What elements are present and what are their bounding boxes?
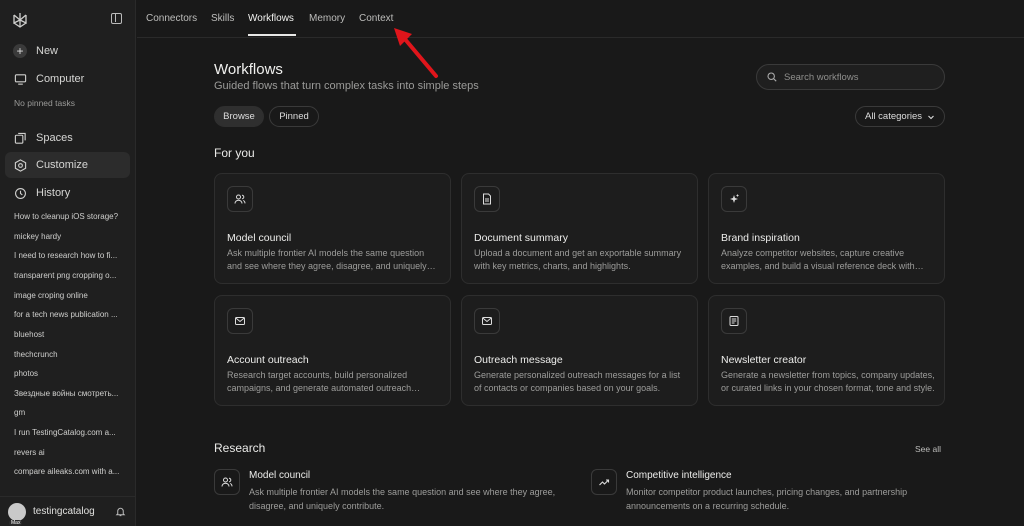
document-icon: [483, 193, 491, 205]
new-button[interactable]: + New: [5, 38, 130, 64]
history-label: History: [36, 187, 71, 199]
search-input[interactable]: [784, 71, 934, 83]
history-item[interactable]: transparent png cropping o...: [14, 271, 126, 280]
sidebar: + New Computer No pinned tasks Spaces Cu…: [0, 0, 136, 526]
annotation-arrow-icon: [394, 28, 438, 78]
monitor-icon: [14, 73, 26, 85]
workflow-card[interactable]: Document summary Upload a document and g…: [461, 173, 698, 284]
history-item[interactable]: bluehost: [14, 330, 126, 339]
app-logo-icon[interactable]: [12, 12, 28, 28]
browse-chip[interactable]: Browse: [214, 106, 264, 127]
category-dropdown[interactable]: All categories: [855, 106, 945, 127]
see-all-link[interactable]: See all: [915, 444, 941, 454]
customize-icon: [14, 158, 26, 172]
mail-icon: [482, 317, 492, 325]
no-pinned-tasks: No pinned tasks: [14, 98, 75, 108]
sidebar-item-computer[interactable]: Computer: [5, 66, 130, 92]
search-icon: [767, 72, 777, 82]
active-tab-underline: [248, 34, 296, 36]
top-nav: Connectors Skills Workflows Memory Conte…: [137, 0, 1024, 38]
history-item[interactable]: compare aileaks.com with a...: [14, 467, 126, 476]
trend-up-icon: [599, 479, 610, 486]
chevron-down-icon: [928, 115, 934, 119]
history-item[interactable]: mickey hardy: [14, 232, 126, 241]
for-you-heading: For you: [214, 146, 255, 160]
tab-context[interactable]: Context: [359, 13, 393, 24]
sidebar-item-history[interactable]: History: [5, 180, 130, 206]
sidebar-item-customize[interactable]: Customize: [5, 152, 130, 178]
history-item[interactable]: revers ai: [14, 448, 126, 457]
newspaper-icon: [729, 316, 739, 326]
avatar: Max: [8, 502, 26, 526]
card-title: Model council: [227, 232, 292, 244]
history-item[interactable]: image croping online: [14, 291, 126, 300]
category-dropdown-label: All categories: [864, 111, 923, 122]
card-title: Outreach message: [474, 354, 563, 366]
history-item[interactable]: Звездные войны смотреть...: [14, 389, 126, 398]
card-title: Document summary: [474, 232, 568, 244]
sidebar-item-spaces[interactable]: Spaces: [5, 125, 130, 151]
research-item-description: Monitor competitor product launches, pri…: [626, 487, 908, 511]
card-description: Ask multiple frontier AI models the same…: [227, 248, 427, 271]
computer-label: Computer: [36, 73, 85, 85]
card-title: Brand inspiration: [721, 232, 800, 244]
customize-label: Customize: [36, 159, 88, 171]
card-title: Account outreach: [227, 354, 309, 366]
workflow-card[interactable]: Model council Ask multiple frontier AI m…: [214, 173, 451, 284]
plus-icon: +: [13, 44, 27, 58]
new-label: New: [36, 45, 59, 57]
plan-badge: Max: [9, 519, 23, 526]
workflow-card[interactable]: Brand inspiration Analyze competitor web…: [708, 173, 945, 284]
pinned-chip[interactable]: Pinned: [269, 106, 319, 127]
card-title: Newsletter creator: [721, 354, 807, 366]
research-item[interactable]: Competitive intelligence Monitor competi…: [591, 466, 931, 516]
workflow-card[interactable]: Outreach message Generate personalized o…: [461, 295, 698, 406]
history-icon: [14, 187, 26, 199]
card-description: Analyze competitor websites, capture cre…: [721, 248, 915, 271]
tab-memory[interactable]: Memory: [309, 13, 345, 24]
history-item[interactable]: I need to research how to fi...: [14, 251, 126, 260]
username: testingcatalog: [33, 506, 95, 517]
page-title: Workflows: [214, 61, 283, 78]
users-icon: [234, 194, 246, 204]
collapse-sidebar-icon[interactable]: [111, 13, 122, 24]
sparkle-icon: [730, 194, 739, 203]
mail-icon: [235, 317, 245, 325]
card-description: Generate personalized outreach messages …: [474, 370, 681, 393]
history-item[interactable]: gm: [14, 408, 126, 417]
card-description: Generate a newsletter from topics, compa…: [721, 370, 935, 393]
history-item[interactable]: photos: [14, 369, 126, 378]
spaces-label: Spaces: [36, 132, 73, 144]
page-subtitle: Guided flows that turn complex tasks int…: [214, 80, 479, 92]
users-icon: [221, 477, 233, 487]
workflow-card[interactable]: Newsletter creator Generate a newsletter…: [708, 295, 945, 406]
tab-connectors[interactable]: Connectors: [146, 13, 197, 24]
tab-skills[interactable]: Skills: [211, 13, 234, 24]
user-profile[interactable]: Max testingcatalog: [0, 496, 136, 526]
research-heading: Research: [214, 441, 266, 455]
research-item[interactable]: Model council Ask multiple frontier AI m…: [214, 466, 555, 516]
research-item-title: Model council: [249, 470, 311, 481]
bell-icon[interactable]: [115, 506, 126, 517]
research-item-description: Ask multiple frontier AI models the same…: [249, 487, 556, 511]
history-item[interactable]: How to cleanup iOS storage?: [14, 212, 126, 221]
workflow-card[interactable]: Account outreach Research target account…: [214, 295, 451, 406]
card-description: Research target accounts, build personal…: [227, 370, 412, 393]
card-description: Upload a document and get an exportable …: [474, 248, 682, 271]
spaces-icon: [14, 132, 26, 144]
history-item[interactable]: thechcrunch: [14, 350, 126, 359]
history-item[interactable]: for a tech news publication ...: [14, 310, 126, 319]
history-item[interactable]: I run TestingCatalog.com a...: [14, 428, 126, 437]
research-item-title: Competitive intelligence: [626, 470, 732, 481]
search-box[interactable]: [756, 64, 945, 90]
tab-workflows[interactable]: Workflows: [248, 13, 294, 24]
